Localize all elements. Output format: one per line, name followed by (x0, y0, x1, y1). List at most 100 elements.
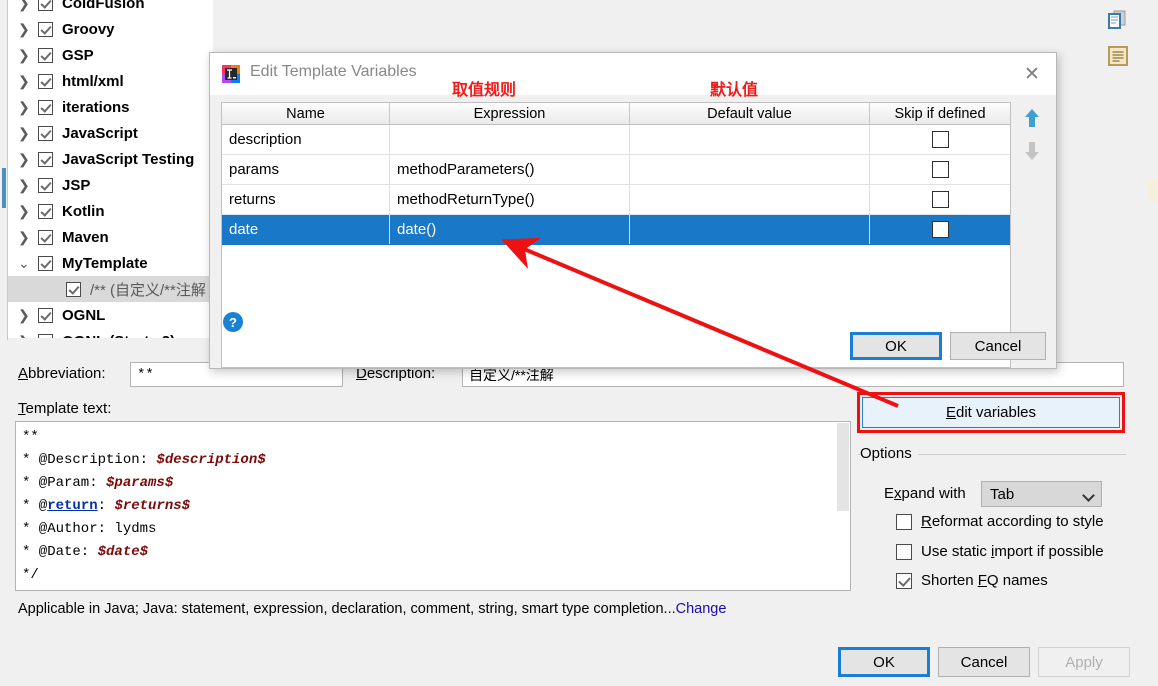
tree-item-ognl-struts-2[interactable]: ❯ OGNL (Struts 2) (8, 328, 213, 338)
cell-skip-if-defined[interactable] (870, 185, 1010, 214)
cell-name[interactable]: params (222, 155, 390, 184)
table-row[interactable]: date date() (222, 215, 1010, 245)
table-row[interactable]: params methodParameters() (222, 155, 1010, 185)
ok-button[interactable]: OK (838, 647, 930, 677)
chevron-right-icon[interactable]: ❯ (18, 73, 38, 90)
tree-item-checkbox[interactable] (38, 0, 53, 11)
option-use-static-import[interactable]: Use static import if possible (896, 543, 1104, 560)
chevron-right-icon[interactable]: ❯ (18, 307, 38, 324)
cell-expression[interactable]: methodReturnType() (390, 185, 630, 214)
tree-item-javascript-testing[interactable]: ❯ JavaScript Testing (8, 146, 213, 172)
bottom-button-bar: OK Cancel Apply https://blog.csdn.net/we… (0, 630, 1158, 686)
expand-with-select[interactable]: Tab (981, 481, 1102, 507)
chevron-right-icon[interactable]: ❯ (18, 203, 38, 220)
tree-item-javascript[interactable]: ❯ JavaScript (8, 120, 213, 146)
cell-expression[interactable]: date() (390, 215, 630, 244)
tree-item-checkbox[interactable] (38, 151, 53, 167)
change-context-link[interactable]: Change (676, 601, 727, 617)
column-header-skip-if-defined[interactable]: Skip if defined (870, 103, 1010, 124)
table-row[interactable]: returns methodReturnType() (222, 185, 1010, 215)
variables-table[interactable]: Name Expression Default value Skip if defin… (221, 102, 1011, 368)
tree-item-gsp[interactable]: ❯ GSP (8, 42, 213, 68)
tree-item-checkbox[interactable] (38, 203, 53, 219)
tree-item-checkbox[interactable] (38, 73, 53, 89)
tree-item-checkbox[interactable] (66, 281, 81, 297)
chevron-right-icon[interactable]: ❯ (18, 151, 38, 168)
tree-item-iterations[interactable]: ❯ iterations (8, 94, 213, 120)
help-icon[interactable]: ? (222, 311, 244, 333)
cell-skip-if-defined[interactable] (870, 155, 1010, 184)
tree-item-maven[interactable]: ❯ Maven (8, 224, 213, 250)
move-up-icon[interactable] (1022, 107, 1042, 129)
static-import-checkbox[interactable] (896, 543, 912, 560)
table-row[interactable]: description (222, 125, 1010, 155)
reformat-checkbox[interactable] (896, 513, 912, 530)
code-token: * @Author: lydms (22, 521, 157, 537)
template-text-editor[interactable]: ** * @Description: $description$ * @Param:… (15, 421, 851, 591)
skip-if-defined-checkbox[interactable] (931, 161, 949, 178)
cell-expression[interactable] (390, 125, 630, 154)
tree-item-coldfusion[interactable]: ❯ ColdFusion (8, 0, 213, 16)
tree-item-html-xml[interactable]: ❯ html/xml (8, 68, 213, 94)
tree-item-groovy[interactable]: ❯ Groovy (8, 16, 213, 42)
cell-name[interactable]: description (222, 125, 390, 154)
tree-item-jsp[interactable]: ❯ JSP (8, 172, 213, 198)
option-shorten-fq-names[interactable]: Shorten FQ names (896, 572, 1048, 589)
document-note-icon[interactable] (1106, 44, 1130, 68)
shorten-fq-names-checkbox[interactable] (896, 572, 912, 589)
chevron-right-icon[interactable]: ❯ (18, 99, 38, 116)
tree-item-label: Kotlin (62, 202, 105, 220)
cell-default-value[interactable] (630, 125, 870, 154)
skip-if-defined-checkbox[interactable] (931, 131, 949, 148)
chevron-right-icon[interactable]: ❯ (18, 0, 38, 12)
tree-item-label: JavaScript (62, 124, 138, 142)
cancel-button[interactable]: Cancel (938, 647, 1030, 677)
column-header-expression[interactable]: Expression (390, 103, 630, 124)
dialog-cancel-button[interactable]: Cancel (950, 332, 1046, 360)
chevron-right-icon[interactable]: ❯ (18, 125, 38, 142)
chevron-right-icon[interactable]: ❯ (18, 47, 38, 64)
option-reformat-according-to-style[interactable]: Reformat according to style (896, 513, 1104, 530)
svg-text:?: ? (229, 315, 237, 330)
tree-item-checkbox[interactable] (38, 125, 53, 141)
tree-item-checkbox[interactable] (38, 333, 53, 338)
chevron-right-icon[interactable]: ❯ (18, 21, 38, 38)
editor-scrollbar-thumb[interactable] (837, 423, 849, 511)
tree-item-checkbox[interactable] (38, 177, 53, 193)
skip-if-defined-checkbox[interactable] (931, 221, 949, 238)
tree-item-ognl[interactable]: ❯ OGNL (8, 302, 213, 328)
tree-item-checkbox[interactable] (38, 47, 53, 63)
column-header-default-value[interactable]: Default value (630, 103, 870, 124)
copy-icon[interactable] (1106, 8, 1130, 32)
cell-default-value[interactable] (630, 155, 870, 184)
tree-item-checkbox[interactable] (38, 21, 53, 37)
tree-item-checkbox[interactable] (38, 255, 53, 271)
cell-default-value[interactable] (630, 185, 870, 214)
skip-if-defined-checkbox[interactable] (931, 191, 949, 208)
column-header-name[interactable]: Name (222, 103, 390, 124)
template-group-tree[interactable]: ❯ ColdFusion ❯ Groovy ❯ GSP ❯ html/xml ❯ iteratio… (8, 0, 213, 338)
dialog-ok-button[interactable]: OK (850, 332, 942, 360)
chevron-right-icon[interactable]: ❯ (18, 229, 38, 246)
editor-scrollbar[interactable] (836, 422, 850, 590)
cell-skip-if-defined[interactable] (870, 215, 1010, 244)
chevron-right-icon[interactable]: ❯ (18, 333, 38, 339)
cell-default-value[interactable] (630, 215, 870, 244)
tree-item-kotlin[interactable]: ❯ Kotlin (8, 198, 213, 224)
close-icon[interactable]: ✕ (1012, 57, 1052, 91)
cell-skip-if-defined[interactable] (870, 125, 1010, 154)
chevron-right-icon[interactable]: ❯ (18, 177, 38, 194)
chevron-down-icon[interactable]: ⌄ (18, 255, 38, 272)
variables-table-body[interactable]: description params methodParameters() retur… (222, 125, 1010, 245)
tree-item-mytemplate[interactable]: ⌄ MyTemplate (8, 250, 213, 276)
tree-item-checkbox[interactable] (38, 99, 53, 115)
edit-variables-button[interactable]: Edit variables (862, 397, 1120, 428)
tree-item-[interactable]: /** (自定义/**注解 (8, 276, 213, 302)
annotation-default-value: 默认值 (710, 80, 759, 99)
cell-expression[interactable]: methodParameters() (390, 155, 630, 184)
tree-item-checkbox[interactable] (38, 229, 53, 245)
tree-item-checkbox[interactable] (38, 307, 53, 323)
cell-name[interactable]: date (222, 215, 390, 244)
cell-name[interactable]: returns (222, 185, 390, 214)
shorten-fq-names-label: Shorten FQ names (921, 572, 1048, 589)
